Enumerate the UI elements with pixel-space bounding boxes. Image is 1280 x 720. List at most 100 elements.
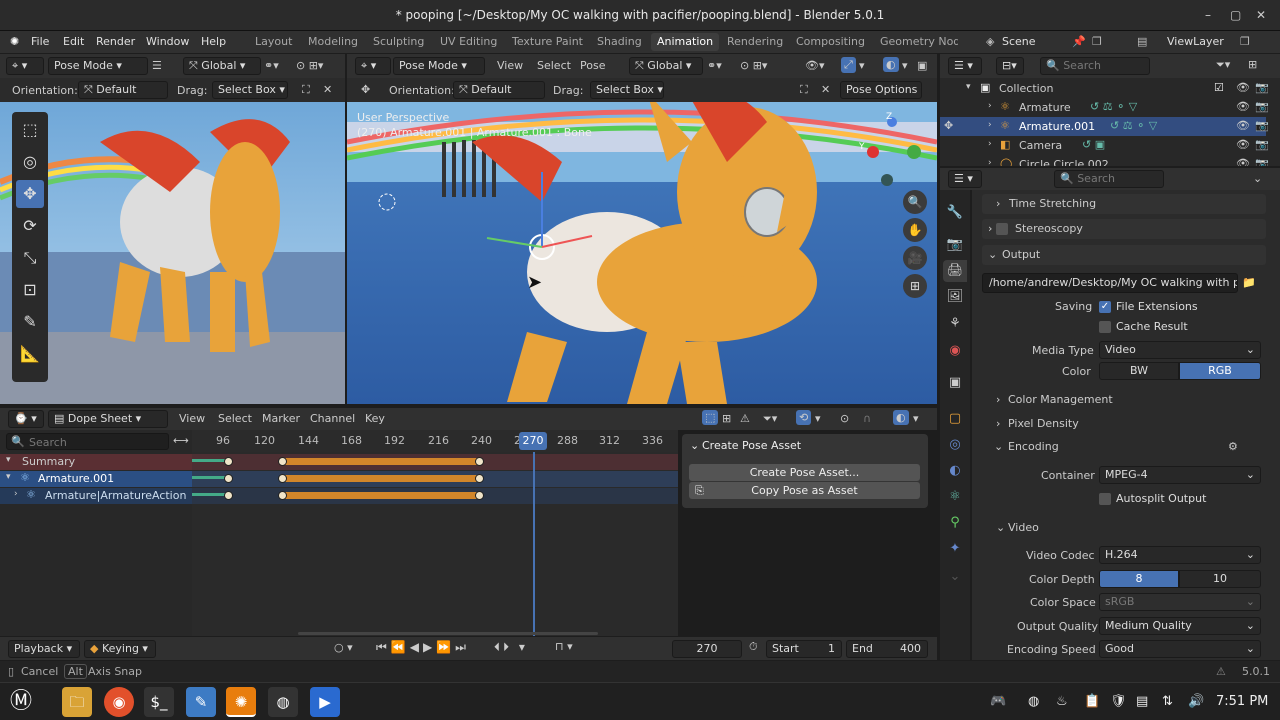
editor-type-button[interactable]: ☰ ▾ [948,57,982,75]
view-layer-tab-icon[interactable]: 🖼 [943,286,967,308]
discord-icon[interactable]: 🎮 [990,694,1006,709]
physics-tab-icon[interactable]: ◐ [943,460,967,482]
stereoscopy-checkbox[interactable] [996,223,1008,235]
media-player-icon[interactable]: ▶ [310,687,340,717]
menu-channel[interactable]: Channel [310,412,355,425]
new-scene-icon[interactable]: ❐ [1092,35,1102,48]
menu-help[interactable]: Help [201,35,226,48]
keyframe[interactable] [475,457,484,466]
editor-type-button[interactable]: ⌚ ▾ [8,410,44,428]
horizontal-scrollbar[interactable] [298,632,598,635]
expand-icon[interactable]: ▾ [6,472,11,482]
output-quality-dropdown[interactable]: Medium Quality ⌄ [1099,617,1261,635]
keyframe[interactable] [224,491,233,500]
select-box-tool-icon[interactable]: ⬚ [16,116,44,144]
errors-icon[interactable]: ⚠ [740,412,750,425]
minimize-button[interactable]: – [1205,8,1211,22]
firefox-icon[interactable]: ◉ [104,687,134,717]
close-icon[interactable]: ✕ [821,83,830,96]
annotate-tool-icon[interactable]: ✎ [16,308,44,336]
camera-icon[interactable]: 📷 [1255,100,1269,113]
constraint-tab-icon[interactable]: ⚛ [943,486,967,508]
pose-options-dropdown[interactable]: Pose Options ▾ [840,81,922,99]
main-orientation-dropdown[interactable]: ⤧ Default [453,81,545,99]
menu-file[interactable]: File [31,35,49,48]
outliner-item-camera[interactable]: › ◧ Camera ↺ ▣ 👁 📷 [944,136,1270,155]
left-viewport[interactable]: ⬚ ◎ ✥ ⟳ ⤡ ⊡ ✎ 📐 [0,102,345,404]
overlay-dropdown-icon[interactable]: ▾ [902,59,908,72]
display-mode-button[interactable]: ⊟▾ [996,57,1024,75]
hidden-icon[interactable]: ⊞ [722,412,731,425]
steam-icon[interactable]: ♨ [1056,694,1068,709]
move-tool-icon[interactable]: ✥ [16,180,44,208]
keyframe-hold-bar[interactable] [282,492,480,499]
measure-tool-icon[interactable]: 📐 [16,340,44,368]
proportional-icon[interactable]: ⊙ [840,412,849,425]
preview-range-icon[interactable]: ⏱ [749,640,758,654]
frame-ruler[interactable]: 96 120 144 168 192 216 240 2 288 312 336 [192,430,678,452]
menu-view[interactable]: View [179,412,205,425]
snapping-icon[interactable]: ⟲ [796,410,812,425]
color-bw-button[interactable]: BW [1099,362,1179,380]
tab-texture-paint[interactable]: Texture Paint [512,35,583,48]
video-codec-dropdown[interactable]: H.264 ⌄ [1099,546,1261,564]
stereoscopy-panel[interactable]: › Stereoscopy [982,219,1266,239]
eye-icon[interactable]: 👁 [1236,100,1250,113]
filter-icon[interactable]: ⏷▾ [763,412,777,426]
close-icon[interactable]: ✕ [323,83,332,96]
current-frame-field[interactable]: 270 [672,640,742,658]
pin-icon[interactable]: 📌 [1072,35,1086,48]
blender-logo-icon[interactable]: ✺ [10,35,19,48]
video-panel-header[interactable]: ⌄ Video [990,518,1266,538]
viewlayer-selector[interactable]: ViewLayer [1167,35,1224,48]
channel-action[interactable]: › ⚛ Armature|ArmatureAction [0,488,192,504]
left-orientation-dropdown[interactable]: ⤧ Default [78,81,168,99]
container-dropdown[interactable]: MPEG-4 ⌄ [1099,466,1261,484]
overlay-icon[interactable]: ◐ [883,57,899,72]
bone-tab-icon[interactable]: ✦ [943,538,967,560]
mint-menu-icon[interactable]: Ⓜ [6,687,36,717]
menu-window[interactable]: Window [146,35,189,48]
text-editor-icon[interactable]: ✎ [186,687,216,717]
encoding-panel-header[interactable]: ⌄ Encoding ⚙ [982,437,1266,457]
transform-tool-icon[interactable]: ⊡ [16,276,44,304]
menu-key[interactable]: Key [365,412,385,425]
gizmo-axis-z-label[interactable]: Z [886,112,892,122]
expand-icon[interactable]: ▾ [6,455,11,465]
editor-type-button[interactable]: ☰ ▾ [948,170,982,188]
panel-expand-icon[interactable]: ⌄ [690,439,699,452]
obs-icon[interactable]: ◍ [268,687,298,717]
keyframe[interactable] [475,474,484,483]
main-drag-dropdown[interactable]: Select Box ▾ [590,81,664,99]
menu-marker[interactable]: Marker [262,412,300,425]
tab-geometry-nodes[interactable]: Geometry Node [880,35,958,48]
maximize-button[interactable]: ▢ [1230,8,1241,22]
keyframe[interactable] [475,491,484,500]
gizmo-axis-y-label[interactable]: Y [859,142,865,152]
keyframe[interactable] [224,474,233,483]
keyframe[interactable] [278,491,287,500]
keyframe-hold-bar[interactable] [282,475,480,482]
overlay-icon[interactable]: ◐ [893,410,909,425]
tab-compositing[interactable]: Compositing [796,35,865,48]
channel-armature[interactable]: ▾ ⚛ Armature.001 [0,471,192,487]
terminal-icon[interactable]: $_ [144,687,174,717]
gizmo-icon[interactable]: ⤢ [841,57,856,73]
color-rgb-button[interactable]: RGB [1179,362,1261,380]
volume-icon[interactable]: 🔊 [1188,694,1204,709]
notes-icon[interactable]: ▤ [1136,694,1148,709]
tab-sculpting[interactable]: Sculpting [373,35,424,48]
eye-icon[interactable]: 👁 [1236,119,1250,132]
playback-dropdown[interactable]: Playback ▾ [8,640,80,658]
color-management-panel[interactable]: › Color Management [982,390,1266,410]
camera-view-icon[interactable]: 🎥 [903,246,927,270]
menu-icon[interactable]: ☰ [152,59,162,72]
collapse-icon[interactable]: › [14,489,18,499]
snap-icon[interactable]: ⊙ ⊞▾ [296,59,323,72]
gizmo-toggle-icon[interactable]: ⛶ [800,83,808,97]
menu-select[interactable]: Select [218,412,252,425]
scene-tab-icon[interactable]: ⚘ [943,313,967,335]
expand-icon[interactable]: › [988,139,992,149]
pivot-icon[interactable]: ⚭▾ [264,59,279,72]
color-space-dropdown[interactable]: sRGB ⌄ [1099,593,1261,611]
